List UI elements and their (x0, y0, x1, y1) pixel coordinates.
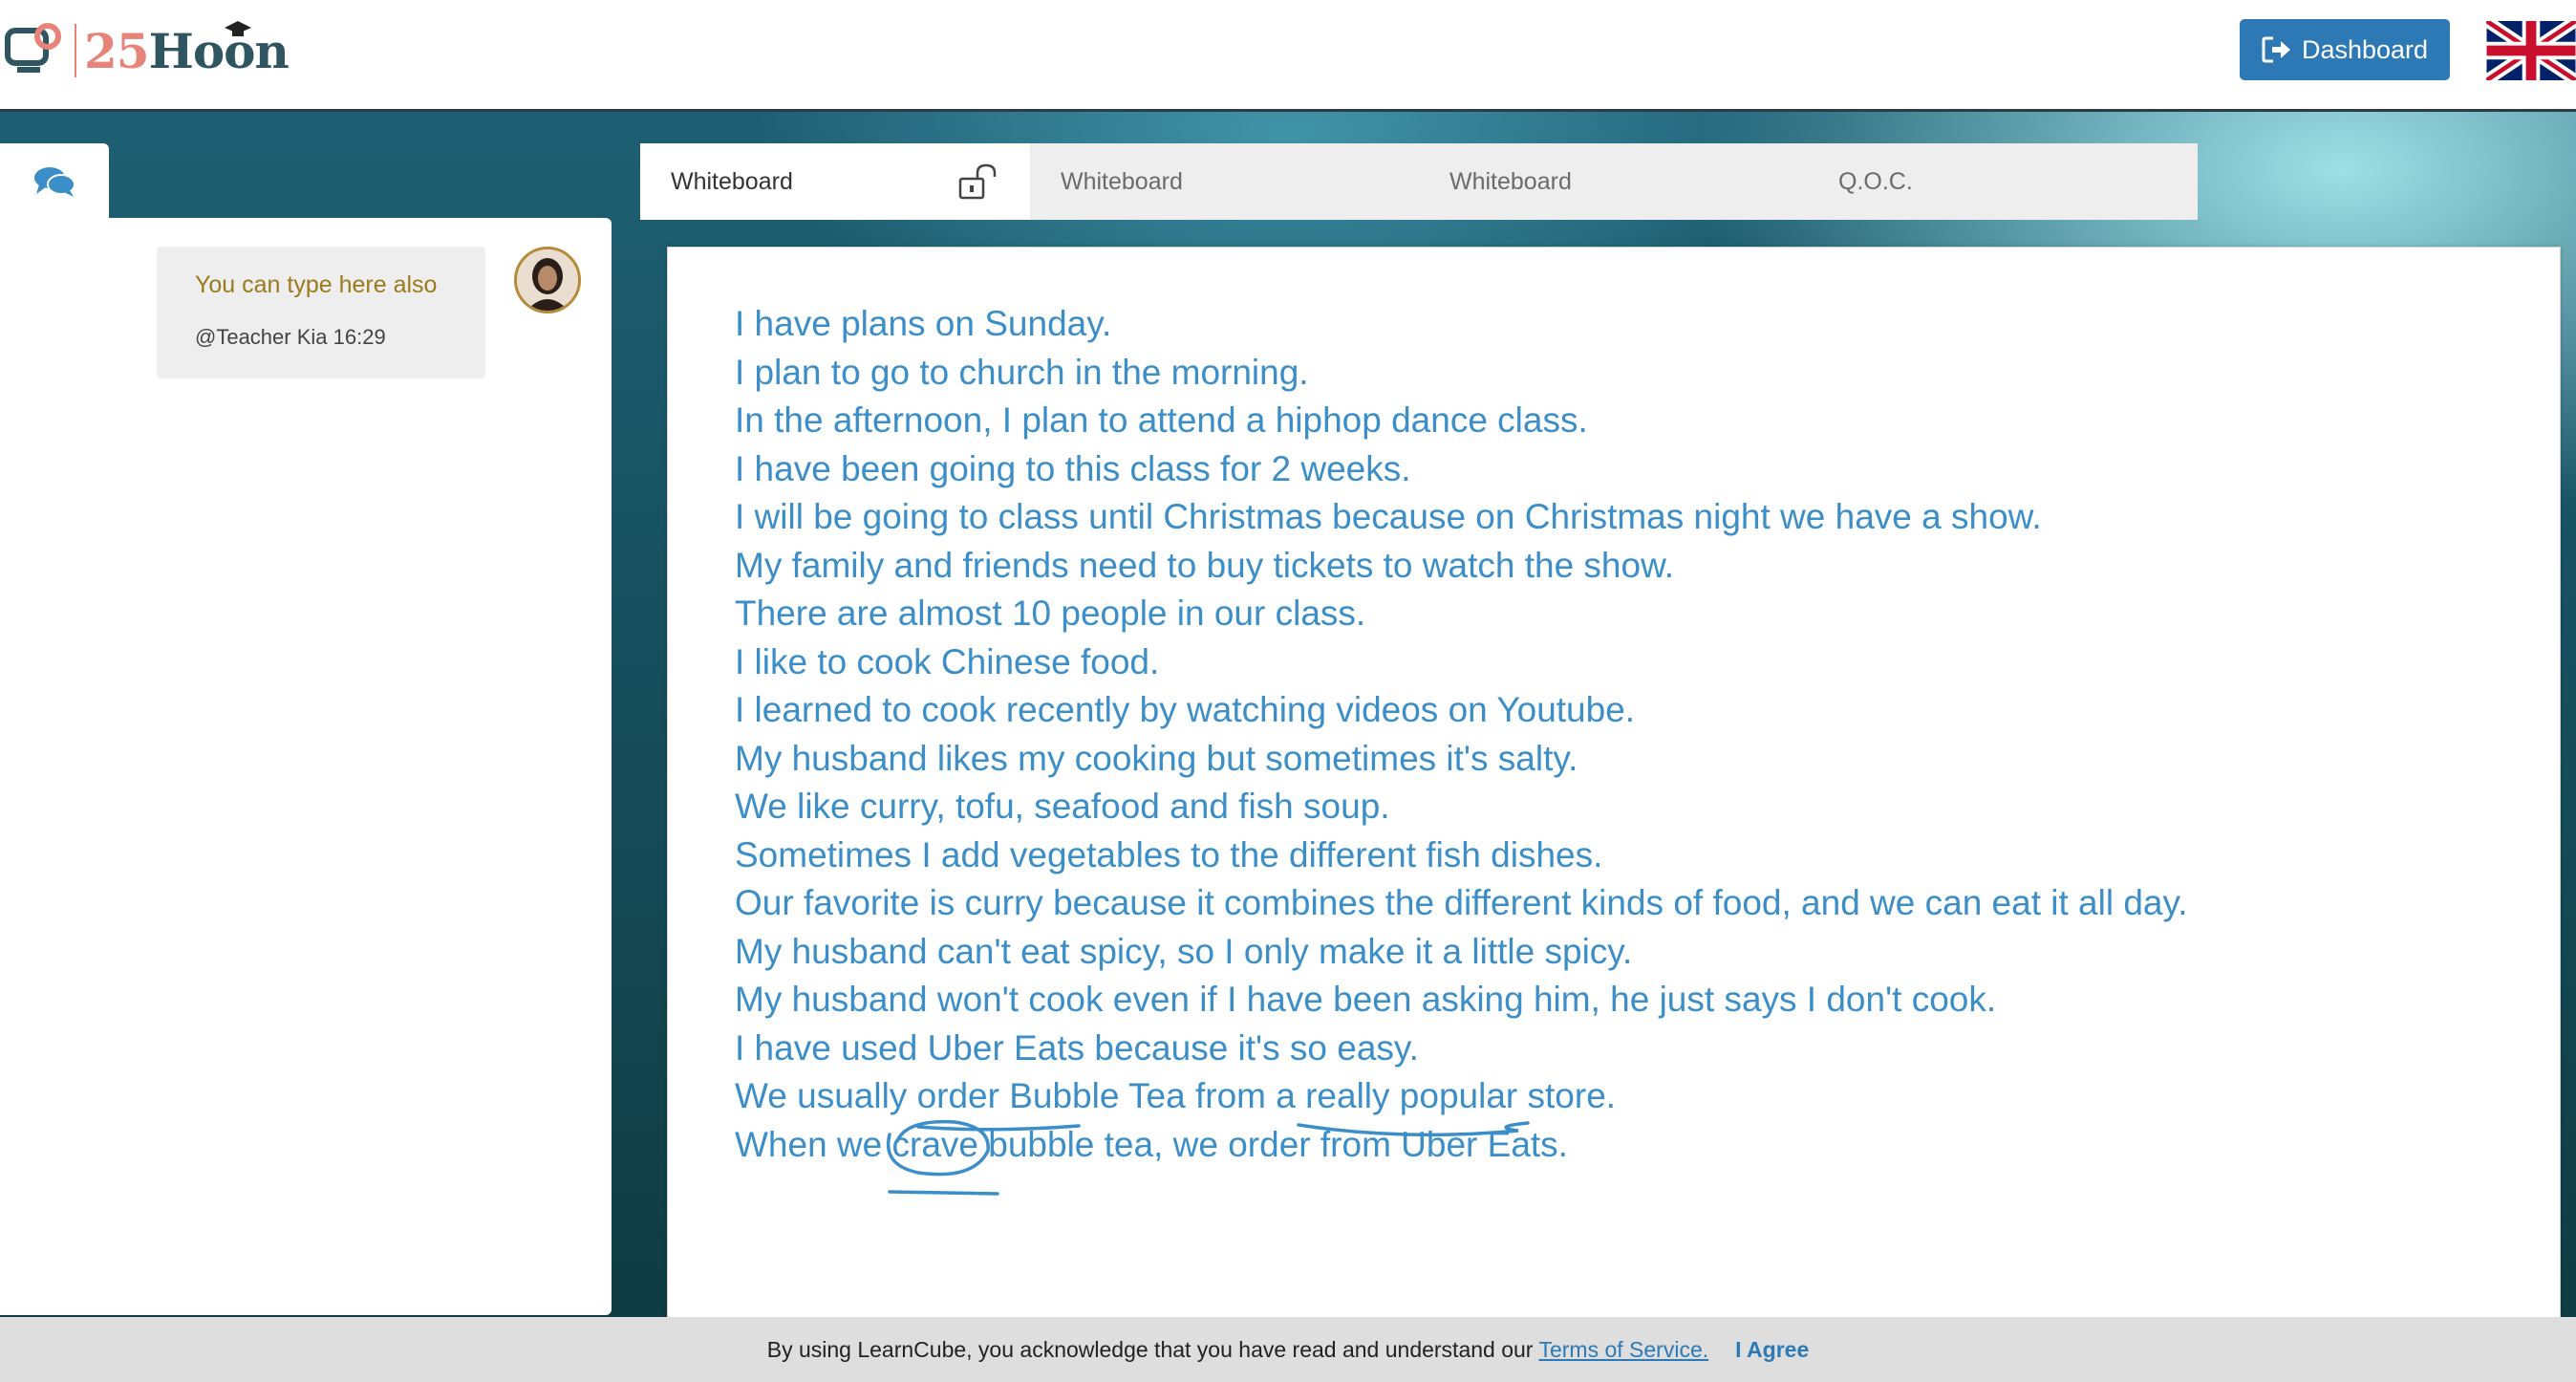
chat-message-meta: @Teacher Kia 16:29 (195, 325, 386, 349)
chat-message: You can type here also @Teacher Kia 16:2… (157, 247, 485, 378)
chat-message-text: You can type here also (195, 271, 438, 298)
unlock-icon[interactable] (957, 162, 1001, 203)
logo-word-text: Hoon (148, 22, 290, 79)
top-header: 25 Hoon Dashboard (0, 0, 2576, 112)
i-agree-button[interactable]: I Agree (1735, 1337, 1809, 1363)
whiteboard-line: I like to cook Chinese food. (735, 641, 1160, 681)
tab-label: Whiteboard (671, 167, 793, 195)
tab-label: Whiteboard (1449, 167, 1572, 195)
terms-of-service-link[interactable]: Terms of Service. (1538, 1337, 1708, 1363)
whiteboard-line: I have used Uber Eats because it's so ea… (735, 1027, 1419, 1068)
uk-flag-icon[interactable] (2486, 21, 2576, 80)
sign-out-icon (2262, 36, 2290, 63)
logo-divider (75, 24, 76, 77)
whiteboard-line: I learned to cook recently by watching v… (735, 690, 1636, 729)
dashboard-label: Dashboard (2301, 34, 2429, 64)
tab-label: Whiteboard (1061, 167, 1183, 195)
tab-whiteboard-3[interactable]: Whiteboard (1419, 143, 1809, 220)
whiteboard-line: There are almost 10 people in our class. (735, 594, 1366, 633)
whiteboard-line: My husband likes my cooking but sometime… (735, 738, 1578, 778)
whiteboard-line: I plan to go to church in the morning. (735, 352, 1309, 392)
whiteboard-line: My husband won't cook even if I have bee… (735, 980, 1997, 1019)
avatar (514, 247, 581, 313)
ink-underline-crave (888, 1190, 999, 1196)
chat-panel (0, 218, 612, 1315)
logo-icon (5, 23, 61, 73)
whiteboard-text: I have plans on Sunday. I plan to go to … (735, 300, 2188, 1169)
whiteboard-line: In the afternoon, I plan to attend a hip… (735, 400, 1588, 440)
logo-text: 25 Hoon (84, 20, 290, 79)
logo-word: Hoon (148, 20, 290, 79)
whiteboard-line: Our favorite is curry because it combine… (735, 883, 2188, 922)
whiteboard-line: My husband can't eat spicy, so I only ma… (735, 931, 1633, 971)
tab-qoc[interactable]: Q.O.C. (1808, 143, 2198, 220)
whiteboard-line: Sometimes I add vegetables to the differ… (735, 834, 1603, 875)
cookie-text: By using LearnCube, you acknowledge that… (766, 1336, 1534, 1362)
tab-whiteboard-1[interactable]: Whiteboard (640, 143, 1030, 220)
dashboard-button[interactable]: Dashboard (2240, 19, 2450, 80)
whiteboard-line: I have plans on Sunday. (735, 304, 1112, 343)
whiteboard-line: I have been going to this class for 2 we… (735, 448, 1411, 488)
whiteboard-tabs: Whiteboard Whiteboard Whiteboard Q.O.C. (640, 143, 2198, 220)
logo[interactable]: 25 Hoon (4, 17, 290, 84)
whiteboard-line: We like curry, tofu, seafood and fish so… (735, 787, 1390, 826)
whiteboard-line: My family and friends need to buy ticket… (735, 545, 1675, 585)
teacher-avatar-icon (517, 249, 578, 311)
logo-number: 25 (84, 22, 150, 79)
tab-label: Q.O.C. (1838, 167, 1913, 195)
graduation-cap-icon (224, 20, 251, 36)
whiteboard-line: When we crave bubble tea, we order from … (735, 1124, 1568, 1164)
whiteboard-line: We usually order Bubble Tea from a reall… (735, 1076, 1617, 1115)
whiteboard-line: I will be going to class until Christmas… (735, 497, 2042, 536)
whiteboard-canvas[interactable]: I have plans on Sunday. I plan to go to … (667, 247, 2561, 1328)
cookie-consent-bar: By using LearnCube, you acknowledge that… (0, 1317, 2576, 1382)
tab-whiteboard-2[interactable]: Whiteboard (1030, 143, 1420, 220)
chat-bubbles-icon (34, 167, 75, 197)
chat-tab[interactable] (0, 143, 109, 220)
